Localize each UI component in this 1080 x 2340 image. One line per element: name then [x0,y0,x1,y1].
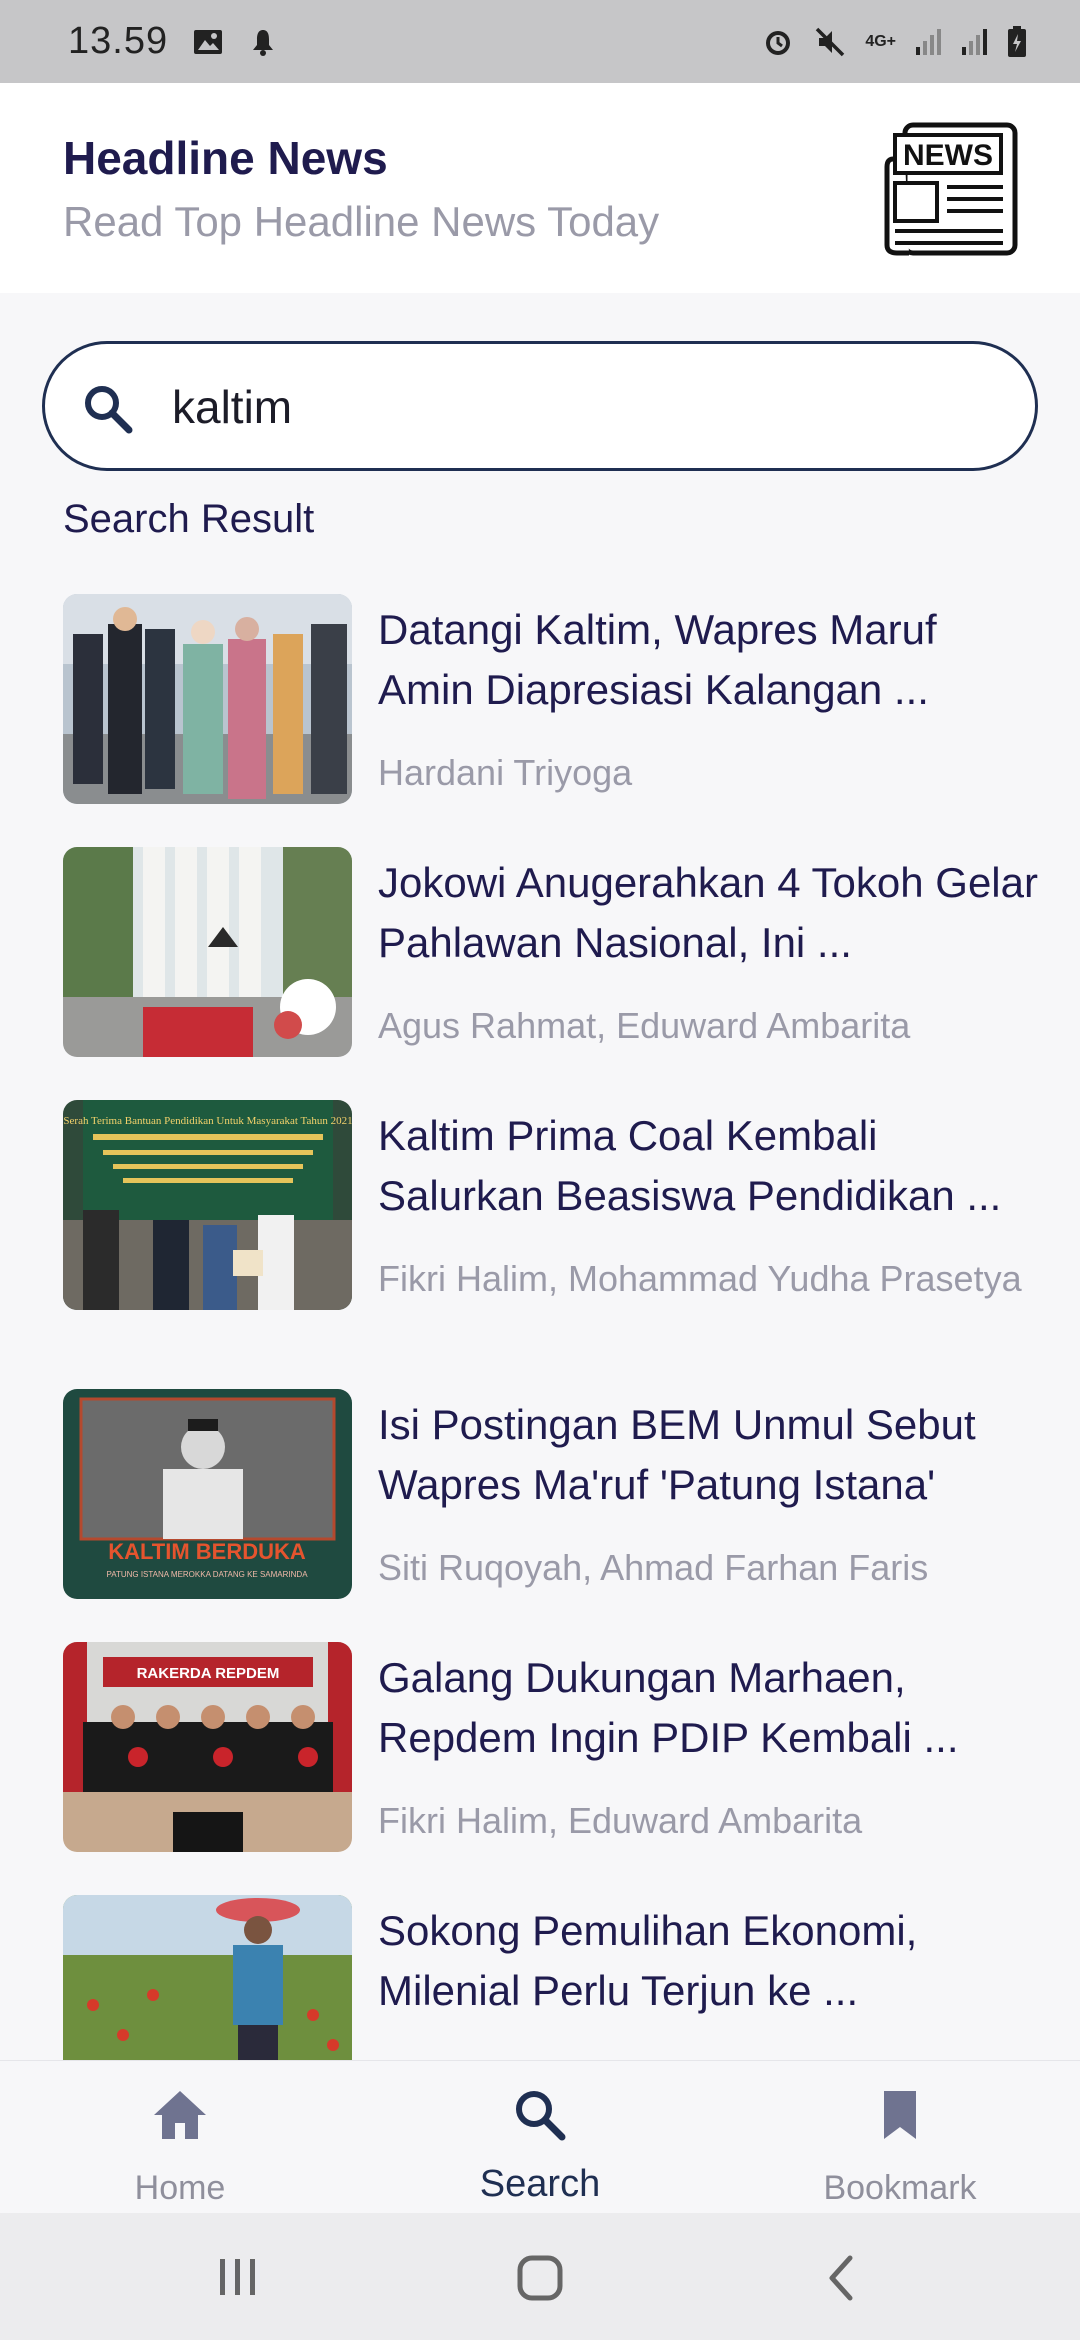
search-icon [85,386,133,434]
svg-text:KALTIM BERDUKA: KALTIM BERDUKA [108,1539,306,1564]
article-author: Fikri Halim, Mohammad Yudha Prasetya [378,1258,1022,1299]
svg-text:Serah Terima Bantuan Pendidika: Serah Terima Bantuan Pendidikan Untuk Ma… [63,1115,352,1127]
search-query[interactable]: kaltim [172,380,292,434]
article-title[interactable]: Galang Dukungan Marhaen, Repdem Ingin PD… [378,1648,1038,1768]
search-icon [516,2091,566,2141]
battery-icon [1008,25,1026,57]
notification-icon [253,29,274,56]
article-thumbnail[interactable]: RAKERDA REPDEM [63,1642,352,1852]
section-label: Search Result [63,497,315,541]
home-button-icon[interactable] [510,2253,570,2303]
nav-home-label: Home [134,2169,226,2207]
svg-text:PATUNG ISTANA MEROKKA DATANG K: PATUNG ISTANA MEROKKA DATANG KE SAMARIND… [106,1570,308,1579]
bookmark-icon [884,2091,916,2139]
article-title[interactable]: Isi Postingan BEM Unmul Sebut Wapres Ma'… [378,1395,1038,1515]
svg-text:RAKERDA REPDEM: RAKERDA REPDEM [137,1665,280,1682]
article-author: Fikri Halim [378,2047,1038,2060]
article-title[interactable]: Kaltim Prima Coal Kembali Salurkan Beasi… [378,1106,1038,1226]
nav-search-label: Search [479,2163,601,2205]
article-title[interactable]: Sokong Pemulihan Ekonomi, Milenial Perlu… [378,1901,1038,2021]
newspaper-icon: NEWS [884,122,1018,256]
article-title[interactable]: Jokowi Anugerahkan 4 Tokoh Gelar Pahlawa… [378,853,1038,973]
mute-icon [816,27,845,56]
article-thumbnail[interactable]: Serah Terima Bantuan Pendidikan Untuk Ma… [63,1100,352,1310]
recents-icon[interactable] [208,2253,268,2303]
article-thumbnail[interactable] [63,847,352,1057]
status-time: 13.59 [68,20,169,62]
article-thumbnail[interactable]: KALTIM BERDUKA PATUNG ISTANA MEROKKA DAT… [63,1389,352,1599]
back-icon[interactable] [812,2253,872,2303]
app-subtitle: Read Top Headline News Today [63,198,660,245]
nav-home[interactable]: Home [30,2061,330,2214]
search-input[interactable]: kaltim [42,341,1038,471]
article-thumbnail[interactable] [63,594,352,804]
result-list: Datangi Kaltim, Wapres Maruf Amin Diapre… [0,594,1080,2060]
svg-text:NEWS: NEWS [903,139,993,172]
network-type: 4G+ [865,32,896,50]
article-author: Siti Ruqoyah, Ahmad Farhan Faris [378,1547,929,1588]
home-icon [154,2091,206,2139]
article-title[interactable]: Datangi Kaltim, Wapres Maruf Amin Diapre… [378,600,1038,720]
nav-search[interactable]: Search [390,2061,690,2214]
alarm-icon [766,30,791,55]
article-author: Fikri Halim, Eduward Ambarita [378,1800,863,1841]
bottom-navigation: Home Search Bookmark [0,2060,1080,2213]
article-thumbnail[interactable] [63,1895,352,2060]
signal-icon [916,28,941,55]
status-bar: 13.59 4G+ [0,0,1080,83]
article-author: Hardani Triyoga [378,752,633,793]
system-navigation-bar [0,2213,1080,2340]
signal-icon [962,28,987,55]
app-header: Headline News Read Top Headline News Tod… [0,83,1080,293]
nav-bookmark[interactable]: Bookmark [750,2061,1050,2214]
app-title: Headline News [63,132,388,184]
article-author: Agus Rahmat, Eduward Ambarita [378,1005,911,1046]
image-icon [194,29,223,54]
nav-bookmark-label: Bookmark [823,2169,977,2207]
